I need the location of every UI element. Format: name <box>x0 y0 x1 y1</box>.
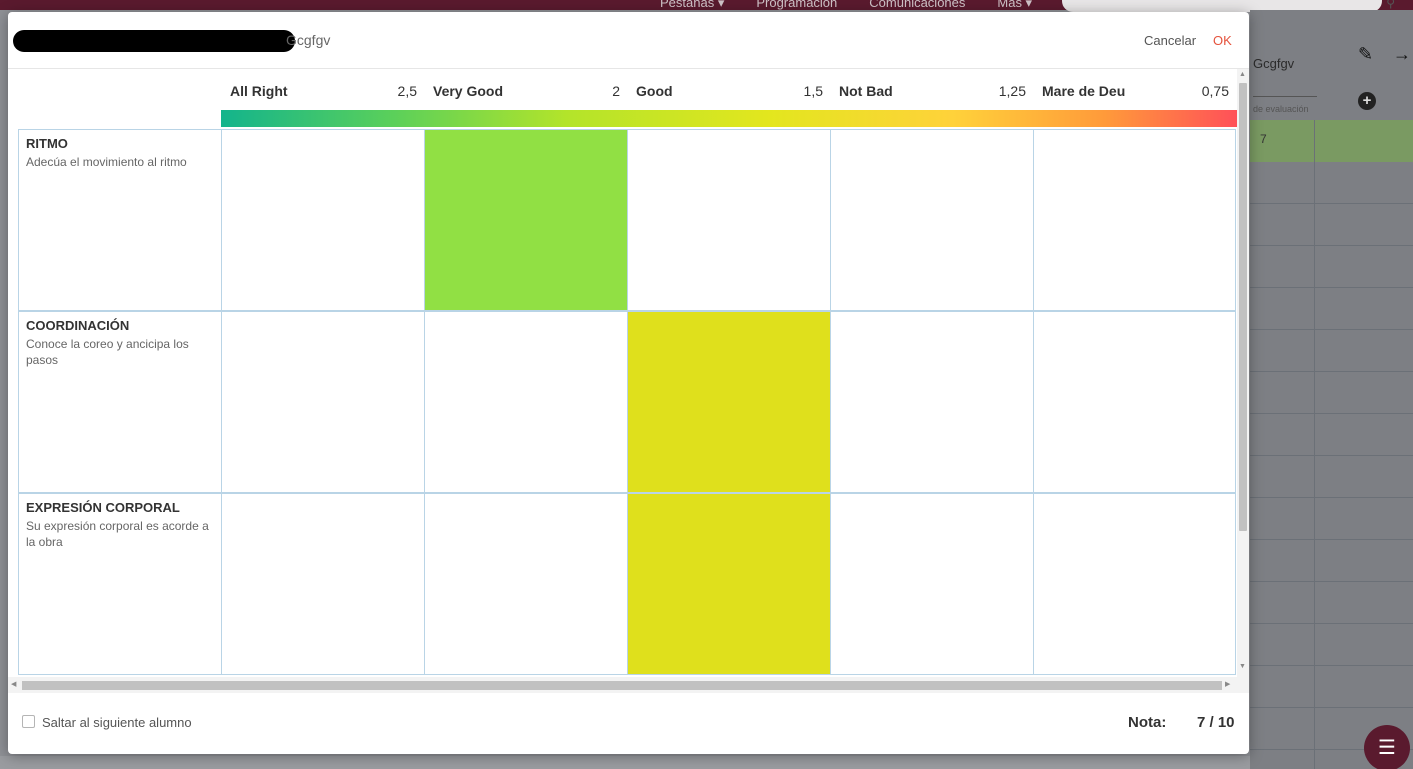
level-header: Good 1,5 <box>626 83 829 103</box>
level-name: Very Good <box>433 83 504 99</box>
level-header: Not Bad 1,25 <box>829 83 1032 103</box>
rubric-cell[interactable] <box>424 493 627 675</box>
scroll-down-icon[interactable]: ▼ <box>1239 663 1246 670</box>
level-score: 1,5 <box>803 83 823 99</box>
criterion-description: Adecúa el movimiento al ritmo <box>26 155 187 169</box>
rubric-cell-selected[interactable] <box>424 129 627 311</box>
rubric-cell[interactable] <box>1033 129 1236 311</box>
scroll-right-icon[interactable]: ▶ <box>1225 680 1230 688</box>
nav-item-programming[interactable]: Programación <box>756 0 837 11</box>
menu-fab-button[interactable]: ☰ <box>1364 725 1410 769</box>
rubric-cell[interactable] <box>424 311 627 493</box>
vertical-scroll-thumb[interactable] <box>1239 83 1247 531</box>
rubric-dialog: Gcgfgv Cancelar OK All Right 2,5 Very Good… <box>8 12 1249 754</box>
dialog-footer: Saltar al siguiente alumno Nota: 7 / 10 <box>8 693 1249 754</box>
criterion-row: COORDINACIÓN Conoce la coreo y ancicipa l… <box>18 311 1236 493</box>
criterion-row: RITMO Adecúa el movimiento al ritmo <box>18 129 1236 311</box>
arrow-right-icon[interactable]: → <box>1393 44 1411 65</box>
background-row <box>1250 288 1413 330</box>
evaluation-column-header: de evaluación <box>1253 104 1309 114</box>
rubric-cell[interactable] <box>1033 311 1236 493</box>
level-name: Good <box>636 83 673 99</box>
background-row <box>1250 498 1413 540</box>
rubric-cell-selected[interactable] <box>627 311 830 493</box>
level-header: Mare de Deu 0,75 <box>1032 83 1235 103</box>
level-header: All Right 2,5 <box>220 83 423 103</box>
skip-to-next-student-checkbox[interactable] <box>22 715 35 728</box>
rubric-cell[interactable] <box>221 493 424 675</box>
scroll-up-icon[interactable]: ▲ <box>1239 71 1246 78</box>
level-score: 0,75 <box>1201 83 1229 99</box>
level-score: 2,5 <box>397 83 417 99</box>
app-nav: Pestañas ▾ Programación Comunicaciones M… <box>660 0 1032 11</box>
level-header: Very Good 2 <box>423 83 626 103</box>
background-row <box>1250 540 1413 582</box>
nav-item-tabs[interactable]: Pestañas ▾ <box>660 0 724 11</box>
rubric-cell[interactable] <box>221 129 424 311</box>
criterion-label: EXPRESIÓN CORPORAL Su expresión corporal … <box>18 493 221 675</box>
background-row <box>1250 246 1413 288</box>
criterion-description: Su expresión corporal es acorde a la obr… <box>26 519 209 549</box>
ok-button[interactable]: OK <box>1213 33 1232 48</box>
rubric-cell[interactable] <box>830 129 1033 311</box>
level-name: Mare de Deu <box>1042 83 1126 99</box>
scroll-left-icon[interactable]: ◀ <box>11 680 16 688</box>
nav-item-more[interactable]: Más ▾ <box>997 0 1032 11</box>
horizontal-scroll-thumb[interactable] <box>22 681 1222 690</box>
criterion-name: COORDINACIÓN <box>26 318 130 333</box>
horizontal-scrollbar[interactable]: ◀ ▶ <box>8 677 1237 693</box>
background-row <box>1250 372 1413 414</box>
grade-label: Nota: <box>1128 714 1167 731</box>
cancel-button[interactable]: Cancelar <box>1144 33 1196 48</box>
add-icon[interactable]: + <box>1358 92 1376 110</box>
background-row <box>1250 204 1413 246</box>
search-icon[interactable]: ⚲ <box>1386 0 1395 10</box>
rubric-cell[interactable] <box>830 311 1033 493</box>
rubric-cell[interactable] <box>1033 493 1236 675</box>
criterion-label: COORDINACIÓN Conoce la coreo y ancicipa l… <box>18 311 221 493</box>
criterion-label: RITMO Adecúa el movimiento al ritmo <box>18 129 221 311</box>
background-row-highlighted <box>1250 120 1413 162</box>
header-divider <box>1253 96 1317 97</box>
rubric-cell[interactable] <box>221 311 424 493</box>
rubric-scroll-area[interactable]: All Right 2,5 Very Good 2 Good 1,5 Not Bad 1,25… <box>8 69 1237 677</box>
background-row <box>1250 162 1413 204</box>
rubric-cell-selected[interactable] <box>627 493 830 675</box>
criterion-description: Conoce la coreo y ancicipa los pasos <box>26 337 189 367</box>
grade-value: 7 / 10 <box>1197 714 1235 731</box>
level-score: 2 <box>612 83 620 99</box>
level-score: 1,25 <box>998 83 1026 99</box>
pencil-icon[interactable]: ✎ <box>1358 44 1373 65</box>
background-row <box>1250 330 1413 372</box>
rubric-cell[interactable] <box>627 129 830 311</box>
level-name: All Right <box>230 83 288 99</box>
redacted-student-name <box>13 30 295 52</box>
level-name: Not Bad <box>839 83 893 99</box>
vertical-scrollbar[interactable]: ▲ ▼ <box>1237 69 1249 693</box>
dialog-header: Gcgfgv Cancelar OK <box>8 12 1249 69</box>
background-row <box>1250 414 1413 456</box>
background-row <box>1250 456 1413 498</box>
rubric-cell[interactable] <box>830 493 1033 675</box>
dialog-title: Gcgfgv <box>286 32 331 48</box>
level-gradient-bar <box>221 110 1237 127</box>
background-row-value: 7 <box>1260 132 1267 146</box>
criterion-name: RITMO <box>26 136 68 151</box>
criterion-name: EXPRESIÓN CORPORAL <box>26 500 180 515</box>
background-row <box>1250 666 1413 708</box>
background-row <box>1250 624 1413 666</box>
nav-item-communications[interactable]: Comunicaciones <box>869 0 965 11</box>
background-row <box>1250 582 1413 624</box>
rubric-levels-header: All Right 2,5 Very Good 2 Good 1,5 Not Bad 1,25… <box>220 83 1236 103</box>
criterion-row: EXPRESIÓN CORPORAL Su expresión corporal … <box>18 493 1236 675</box>
skip-to-next-student-label[interactable]: Saltar al siguiente alumno <box>42 715 192 730</box>
background-bottom-row <box>0 756 1250 769</box>
background-panel-title: Gcgfgv <box>1253 56 1295 71</box>
